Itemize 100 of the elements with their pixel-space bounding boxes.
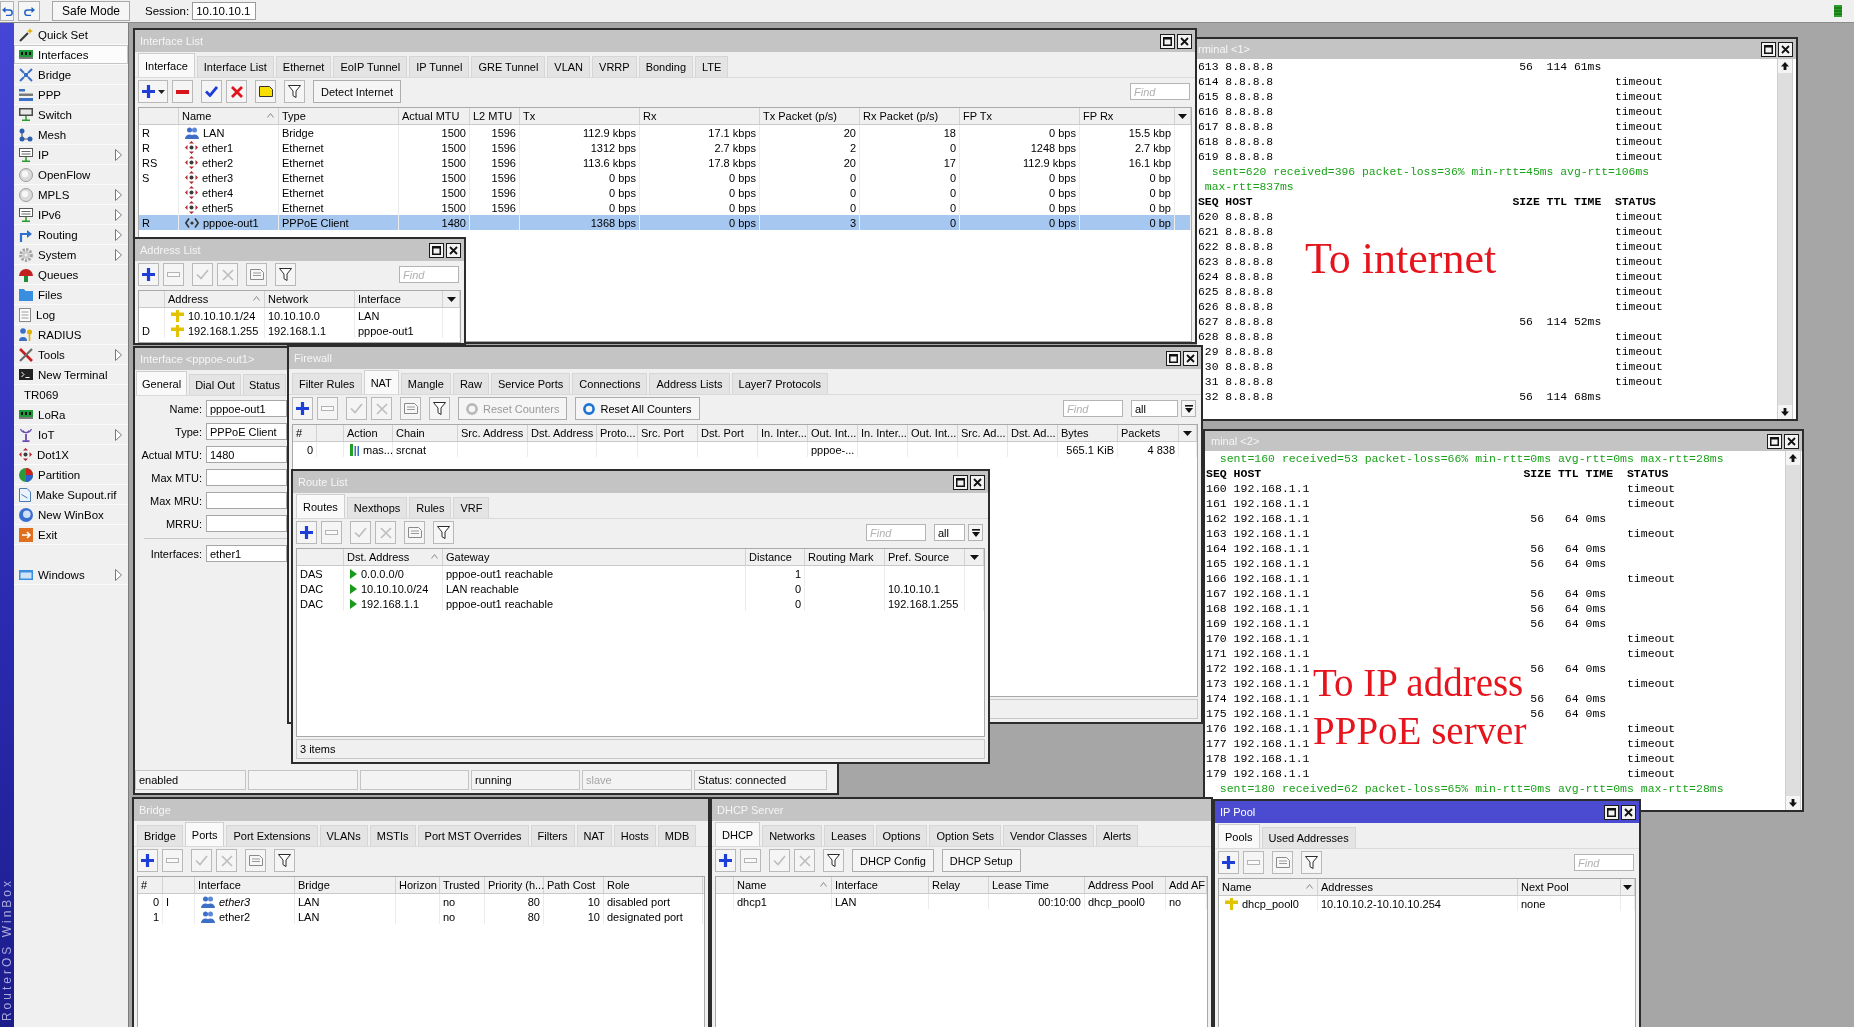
table-row[interactable]: ether4 Ethernet 1500 1596 0 bps 0 bps 0 0 0 bps 0 bp [139, 185, 1191, 200]
sidebar-item[interactable]: Routing [14, 225, 128, 245]
find-field[interactable]: Find [1574, 854, 1634, 871]
column-header[interactable]: In. Inter... [858, 425, 908, 441]
column-header[interactable]: Pref. Source [885, 549, 965, 565]
column-header[interactable]: Routing Mark [805, 549, 885, 565]
sidebar-item[interactable]: Files [14, 285, 128, 305]
column-header[interactable]: Src. Port [638, 425, 698, 441]
tab[interactable]: Status [242, 374, 287, 395]
tab[interactable]: VLANs [319, 825, 368, 846]
toolbar-button[interactable]: DHCP Config [852, 849, 934, 872]
table-row[interactable]: R LAN Bridge 1500 1596 112.9 kbps 17.1 kbps 20 18 0 bps 15.5 kbp [139, 125, 1191, 140]
column-header[interactable]: Address Pool [1085, 877, 1166, 893]
input-field[interactable] [206, 515, 287, 532]
tab[interactable]: Service Ports [490, 373, 571, 394]
column-header[interactable]: Interface [195, 877, 295, 893]
maximize-button[interactable] [1761, 41, 1776, 57]
tab[interactable]: Nexthops [346, 497, 408, 518]
tab[interactable]: Rules [409, 497, 452, 518]
tab[interactable]: GRE Tunnel [471, 56, 546, 77]
table-row[interactable]: RS ether2 Ethernet 1500 1596 113.6 kbps 17.8 kbps 20 17 112.9 kbps 16.1 kbp [139, 155, 1191, 170]
column-header[interactable]: Out. Int... [808, 425, 858, 441]
column-header[interactable]: L2 MTU [470, 108, 520, 124]
tab[interactable]: Networks [762, 825, 822, 846]
toolbar-button[interactable]: DHCP Setup [941, 849, 1021, 872]
column-header[interactable]: Bytes [1058, 425, 1118, 441]
close-button[interactable] [1784, 433, 1799, 449]
tab[interactable]: Hosts [613, 825, 656, 846]
disable-button[interactable] [226, 80, 247, 103]
tab[interactable]: LTE [695, 56, 729, 77]
tab[interactable]: Address Lists [649, 373, 730, 394]
tab[interactable]: Routes [296, 494, 345, 518]
sidebar-item[interactable]: Queues [14, 265, 128, 285]
input-field[interactable] [206, 492, 287, 509]
table-row[interactable]: S ether3 Ethernet 1500 1596 0 bps 0 bps 0 0 0 bps 0 bp [139, 170, 1191, 185]
tab[interactable]: Dial Out [189, 374, 241, 395]
filter-button[interactable] [1301, 851, 1322, 874]
column-header[interactable]: Relay [929, 877, 989, 893]
dropdown-button[interactable] [968, 524, 983, 541]
tab[interactable]: Leases [824, 825, 874, 846]
column-header[interactable]: Tx Packet (p/s) [760, 108, 860, 124]
column-header[interactable]: Lease Time [989, 877, 1085, 893]
sidebar-item[interactable]: IPv6 [14, 205, 128, 225]
maximize-button[interactable] [1604, 804, 1619, 820]
column-header[interactable]: Network [265, 291, 355, 307]
tab[interactable]: EoIP Tunnel [333, 56, 408, 77]
column-header[interactable]: Action [344, 425, 393, 441]
table-row[interactable]: R ether1 Ethernet 1500 1596 1312 bps 2.7 kbps 2 0 1248 bps 2.7 kbp [139, 140, 1191, 155]
column-header[interactable]: Role [604, 877, 703, 893]
tab[interactable]: VRF [453, 497, 490, 518]
column-header[interactable]: Add AF [1166, 877, 1207, 893]
enable-button[interactable] [201, 80, 222, 103]
sidebar-item[interactable]: System [14, 245, 128, 265]
tab[interactable]: Ports [184, 822, 225, 846]
find-field[interactable]: Find [1063, 400, 1123, 417]
filter-button[interactable] [429, 397, 450, 420]
remove-button[interactable] [172, 80, 193, 103]
add-button[interactable] [296, 521, 317, 544]
column-header[interactable]: Addresses [1318, 879, 1518, 895]
tab[interactable]: DHCP [715, 822, 761, 846]
column-header[interactable]: Out. Int... [908, 425, 958, 441]
tab[interactable]: Port MST Overrides [417, 825, 529, 846]
sidebar-item[interactable]: OpenFlow [14, 165, 128, 185]
column-header[interactable]: Actual MTU [399, 108, 470, 124]
tab[interactable]: Raw [452, 373, 489, 394]
table-row[interactable]: R pppoe-out1 PPPoE Client 1480 1368 bps 0 bps 3 0 0 bps 0 bp [139, 215, 1191, 230]
add-button[interactable] [138, 80, 168, 103]
tab[interactable]: Options [875, 825, 928, 846]
tab[interactable]: Interface List [196, 56, 274, 77]
tab[interactable]: Port Extensions [226, 825, 318, 846]
column-header[interactable]: Gateway [443, 549, 746, 565]
column-header[interactable]: Type [279, 108, 399, 124]
column-header[interactable]: Name [734, 877, 832, 893]
safe-mode-button[interactable]: Safe Mode [52, 1, 131, 21]
dropdown-button[interactable] [1181, 400, 1196, 417]
sidebar-item[interactable]: New WinBox [14, 505, 128, 525]
sidebar-item[interactable]: LoRa [14, 405, 128, 425]
sidebar-item[interactable]: Make Supout.rif [14, 485, 128, 505]
scrollbar[interactable] [1777, 59, 1793, 419]
tab[interactable]: NAT [363, 370, 399, 394]
toolbar-button[interactable]: Detect Internet [313, 80, 402, 103]
filter-button[interactable] [284, 80, 305, 103]
tab[interactable]: Pools [1218, 824, 1260, 848]
column-header[interactable]: In. Inter... [758, 425, 808, 441]
sidebar-item[interactable]: Dot1X [14, 445, 128, 465]
maximize-button[interactable] [1166, 350, 1181, 366]
column-header[interactable]: Dst. Ad... [1008, 425, 1058, 441]
tab[interactable]: VLAN [547, 56, 591, 77]
column-header[interactable]: Chain [393, 425, 458, 441]
input-field[interactable]: pppoe-out1 [206, 400, 287, 417]
reset-button[interactable]: Reset All Counters [575, 397, 700, 420]
maximize-button[interactable] [429, 242, 444, 258]
column-header[interactable]: Packets [1118, 425, 1179, 441]
sidebar-item[interactable]: New Terminal [14, 365, 128, 385]
sidebar-item[interactable]: Bridge [14, 65, 128, 85]
input-field[interactable] [206, 469, 287, 486]
tab[interactable]: Interface [138, 53, 195, 77]
scope-field[interactable]: all [1131, 400, 1178, 417]
sidebar-item[interactable]: Mesh [14, 125, 128, 145]
column-header[interactable]: # [138, 877, 163, 893]
